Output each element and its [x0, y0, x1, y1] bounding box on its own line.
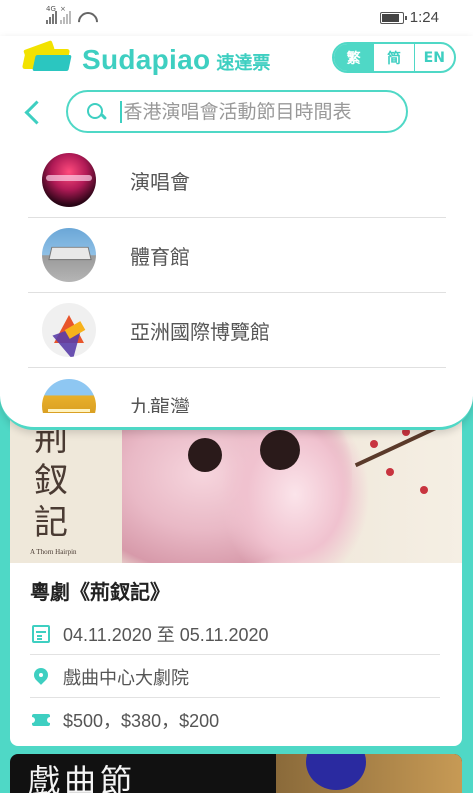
search-overlay: Sudapiao 速達票 繁 简 EN 演唱會 體育館 亞洲國際博覽館 九龍灣 [0, 36, 473, 430]
plum-blossom [386, 468, 394, 476]
suggestion-label: 演唱會 [130, 169, 190, 194]
back-arrow-icon[interactable] [20, 96, 44, 128]
event-name[interactable]: 粵劇《荊釵記》 [30, 576, 170, 605]
signal-icon: 4G [46, 5, 57, 24]
battery-icon [379, 11, 407, 24]
plum-blossom [420, 486, 428, 494]
suggestion-item[interactable]: 亞洲國際博覽館 [28, 293, 446, 368]
brand-name: Sudapiao [82, 44, 211, 75]
kowloon-bay-thumbnail [42, 378, 96, 413]
search-suggestions: 演唱會 體育館 亞洲國際博覽館 九龍灣 [28, 143, 446, 413]
suggestion-item[interactable]: 體育館 [28, 218, 446, 293]
status-right: 1:24 [379, 9, 439, 26]
network-type-label: 4G [46, 5, 56, 13]
ticket-logo-icon [21, 40, 74, 75]
concert-thumbnail [42, 153, 96, 207]
event-venue-row: 戲曲中心大劇院 [30, 656, 440, 698]
poster-title: 荆釵記 [34, 419, 68, 543]
suggestion-label: 體育館 [130, 244, 190, 269]
text-cursor [120, 100, 122, 123]
search-icon [86, 102, 106, 122]
suggestion-item[interactable]: 演唱會 [28, 143, 446, 218]
signal-icon-secondary: × [60, 5, 71, 24]
signal-indicators: 4G × [46, 5, 94, 24]
coliseum-thumbnail [42, 228, 96, 282]
language-simplified-chinese[interactable]: 简 [374, 44, 415, 71]
no-service-mark: × [60, 5, 66, 13]
event-price-row: $500，$380，$200 [29, 699, 440, 741]
clock: 1:24 [409, 9, 439, 26]
brand-logo[interactable]: Sudapiao 速達票 [21, 40, 271, 76]
language-english[interactable]: EN [415, 44, 454, 71]
suggestion-item[interactable]: 九龍灣 [28, 368, 446, 413]
brand-name-chinese: 速達票 [216, 53, 271, 74]
ticket-icon [29, 714, 53, 726]
next-event-poster-art [276, 754, 462, 793]
suggestion-label: 亞洲國際博覽館 [130, 319, 270, 344]
asiaworld-expo-logo [42, 303, 96, 357]
event-price: $500，$380，$200 [63, 711, 220, 731]
status-bar: 4G × 1:24 [0, 0, 473, 36]
search-input[interactable] [123, 100, 396, 123]
calendar-icon [32, 624, 50, 643]
event-date: 04.11.2020 至 05.11.2020 [63, 624, 269, 645]
plum-blossom [370, 440, 378, 448]
location-pin-icon [32, 668, 50, 686]
next-event-card[interactable]: 戲曲節 [10, 754, 462, 793]
suggestion-label: 九龍灣 [130, 395, 190, 413]
event-venue: 戲曲中心大劇院 [63, 667, 189, 688]
poster-figure-head [188, 438, 222, 472]
event-date-row: 04.11.2020 至 05.11.2020 [30, 613, 440, 655]
next-event-poster-title: 戲曲節 [28, 762, 137, 793]
language-switcher: 繁 简 EN [332, 42, 456, 73]
search-box[interactable] [66, 90, 408, 133]
wifi-icon [78, 12, 94, 24]
poster-subtitle: A Thorn Hairpin [30, 548, 77, 556]
language-traditional-chinese[interactable]: 繁 [334, 44, 375, 71]
poster-figure-head-2 [260, 430, 300, 470]
